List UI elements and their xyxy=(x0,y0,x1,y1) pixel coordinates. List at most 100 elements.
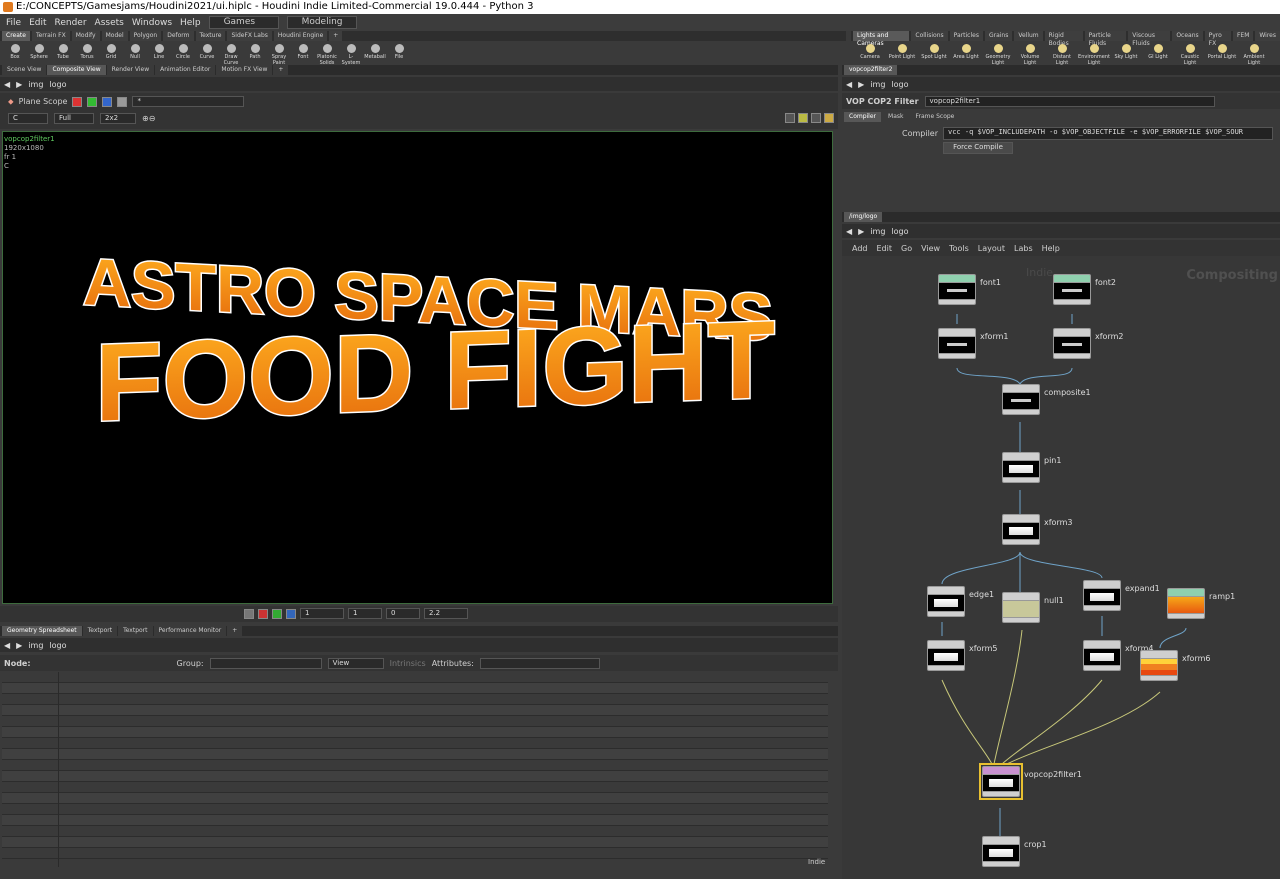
shelf-tab[interactable]: Particles xyxy=(949,31,983,41)
network-menu-item[interactable]: View xyxy=(921,244,940,253)
network-node[interactable] xyxy=(1053,274,1091,305)
shelf-tab[interactable]: + xyxy=(329,31,343,41)
node-label[interactable]: edge1 xyxy=(969,590,994,599)
shelf-tool[interactable]: Sphere xyxy=(28,44,50,66)
display-option-3[interactable] xyxy=(811,113,821,123)
forward-arrow-icon[interactable]: ▶ xyxy=(858,227,864,236)
shelf-tool[interactable]: Distant Light xyxy=(1047,44,1077,66)
gamma-field[interactable]: 2.2 xyxy=(424,608,468,619)
network-node[interactable] xyxy=(938,274,976,305)
blue-bg-icon[interactable] xyxy=(286,608,296,619)
shelf-tool[interactable]: Torus xyxy=(76,44,98,66)
network-node[interactable] xyxy=(1167,588,1205,619)
resolution-select[interactable]: Full xyxy=(54,113,94,124)
node-label[interactable]: composite1 xyxy=(1044,388,1091,397)
intrinsics-label[interactable]: Intrinsics xyxy=(390,659,426,668)
tab-compiler[interactable]: Compiler xyxy=(844,112,882,122)
menu-edit[interactable]: Edit xyxy=(29,18,46,28)
shelf-tab[interactable]: Model xyxy=(101,31,128,41)
shelf-tab[interactable]: Houdini Engine xyxy=(273,31,328,41)
shelf-tab[interactable]: Lights and Cameras xyxy=(853,31,910,47)
zoom-icon[interactable]: ⊕⊖ xyxy=(142,114,155,123)
shelf-tab[interactable]: Grains xyxy=(984,31,1013,41)
forward-arrow-icon[interactable]: ▶ xyxy=(16,641,22,650)
shelf-tab[interactable]: Vellum xyxy=(1014,31,1043,41)
network-menu-item[interactable]: Layout xyxy=(978,244,1005,253)
network-node[interactable] xyxy=(938,328,976,359)
shelf-tab[interactable]: Particle Fluids xyxy=(1084,31,1127,47)
spreadsheet-tab[interactable]: Textport xyxy=(118,626,153,636)
shelf-tool[interactable]: Area Light xyxy=(951,44,981,66)
shelf-tab[interactable]: Terrain FX xyxy=(31,31,70,41)
network-node[interactable] xyxy=(1083,580,1121,611)
shelf-tool[interactable]: Point Light xyxy=(887,44,917,66)
spreadsheet-tab[interactable]: Performance Monitor xyxy=(153,626,227,636)
node-label[interactable]: ramp1 xyxy=(1209,592,1235,601)
shelf-tool[interactable]: Platonic Solids xyxy=(316,44,338,66)
bg-option-icon[interactable] xyxy=(244,608,254,619)
spreadsheet-table[interactable] xyxy=(2,672,828,867)
shelf-tab[interactable]: Wires xyxy=(1255,31,1280,41)
shelf-tool[interactable]: Line xyxy=(148,44,170,66)
shelf-tab[interactable]: Oceans xyxy=(1172,31,1203,41)
path-node[interactable]: logo xyxy=(49,80,66,89)
network-menu-item[interactable]: Tools xyxy=(949,244,969,253)
shelf-tool[interactable]: Grid xyxy=(100,44,122,66)
shelf-tab[interactable]: SideFX Labs xyxy=(227,31,272,41)
red-bg-icon[interactable] xyxy=(258,608,268,619)
blue-channel-toggle[interactable] xyxy=(102,96,113,107)
shelf-tab[interactable]: Texture xyxy=(195,31,226,41)
shelf-tool[interactable]: Caustic Light xyxy=(1175,44,1205,66)
shelf-tab[interactable]: Deform xyxy=(163,31,194,41)
node-label[interactable]: xform3 xyxy=(1044,518,1072,527)
menu-file[interactable]: File xyxy=(6,18,21,28)
path-node[interactable]: logo xyxy=(891,80,908,89)
desktop-dropdown[interactable]: Games xyxy=(208,16,279,29)
shelf-tool[interactable]: Box xyxy=(4,44,26,66)
group-field[interactable] xyxy=(209,657,322,669)
frame-field[interactable]: 1 xyxy=(300,608,344,619)
node-name-field[interactable]: vopcop2filter1 xyxy=(924,95,1215,107)
node-label[interactable]: font2 xyxy=(1095,278,1116,287)
network-node[interactable] xyxy=(1002,514,1040,545)
menu-render[interactable]: Render xyxy=(55,18,87,28)
shelf-tab[interactable]: Viscous Fluids xyxy=(1128,31,1171,47)
alpha-channel-toggle[interactable] xyxy=(117,96,128,107)
tab-mask[interactable]: Mask xyxy=(883,112,909,122)
network-menu-item[interactable]: Add xyxy=(852,244,868,253)
node-label[interactable]: null1 xyxy=(1044,596,1064,605)
shelf-tab[interactable]: FEM xyxy=(1232,31,1254,41)
shelf-tool[interactable]: GI Light xyxy=(1143,44,1173,66)
node-label[interactable]: xform1 xyxy=(980,332,1008,341)
display-option-1[interactable] xyxy=(785,113,795,123)
shelf-tab[interactable]: Pyro FX xyxy=(1204,31,1231,47)
node-label[interactable]: font1 xyxy=(980,278,1001,287)
network-menu-item[interactable]: Labs xyxy=(1014,244,1033,253)
force-compile-button[interactable]: Force Compile xyxy=(943,142,1013,154)
shelf-tool[interactable]: Spray Paint xyxy=(268,44,290,66)
network-menu-item[interactable]: Help xyxy=(1042,244,1060,253)
scope-field[interactable]: * xyxy=(132,96,245,107)
tab-frame-scope[interactable]: Frame Scope xyxy=(910,112,960,122)
path-node[interactable]: logo xyxy=(49,641,66,650)
node-label[interactable]: expand1 xyxy=(1125,584,1160,593)
menu-windows[interactable]: Windows xyxy=(132,18,172,28)
network-menu-item[interactable]: Go xyxy=(901,244,912,253)
viewer-tab[interactable]: Render View xyxy=(106,65,155,75)
node-label[interactable]: xform5 xyxy=(969,644,997,653)
shelf-tool[interactable]: Camera xyxy=(855,44,885,66)
node-label[interactable]: xform2 xyxy=(1095,332,1123,341)
spreadsheet-tab[interactable]: Textport xyxy=(82,626,118,636)
viewer-tab[interactable]: Scene View xyxy=(2,65,47,75)
viewer-tab[interactable]: Motion FX View xyxy=(216,65,273,75)
shelf-tool[interactable]: Circle xyxy=(172,44,194,66)
offset-field[interactable]: 0 xyxy=(386,608,420,619)
path-root[interactable]: img xyxy=(870,80,885,89)
network-node[interactable] xyxy=(1140,650,1178,681)
back-arrow-icon[interactable]: ◀ xyxy=(4,80,10,89)
network-editor[interactable]: Indie Compositing font1 font2 xform1 xform2… xyxy=(842,256,1280,879)
shelf-tool[interactable]: Draw Curve xyxy=(220,44,242,66)
composite-viewer[interactable]: ASTRO SPACE MARS FOOD FIGHT xyxy=(2,131,833,604)
shelf-tool[interactable]: Volume Light xyxy=(1015,44,1045,66)
tab-param[interactable]: vopcop2filter2 xyxy=(844,65,898,75)
